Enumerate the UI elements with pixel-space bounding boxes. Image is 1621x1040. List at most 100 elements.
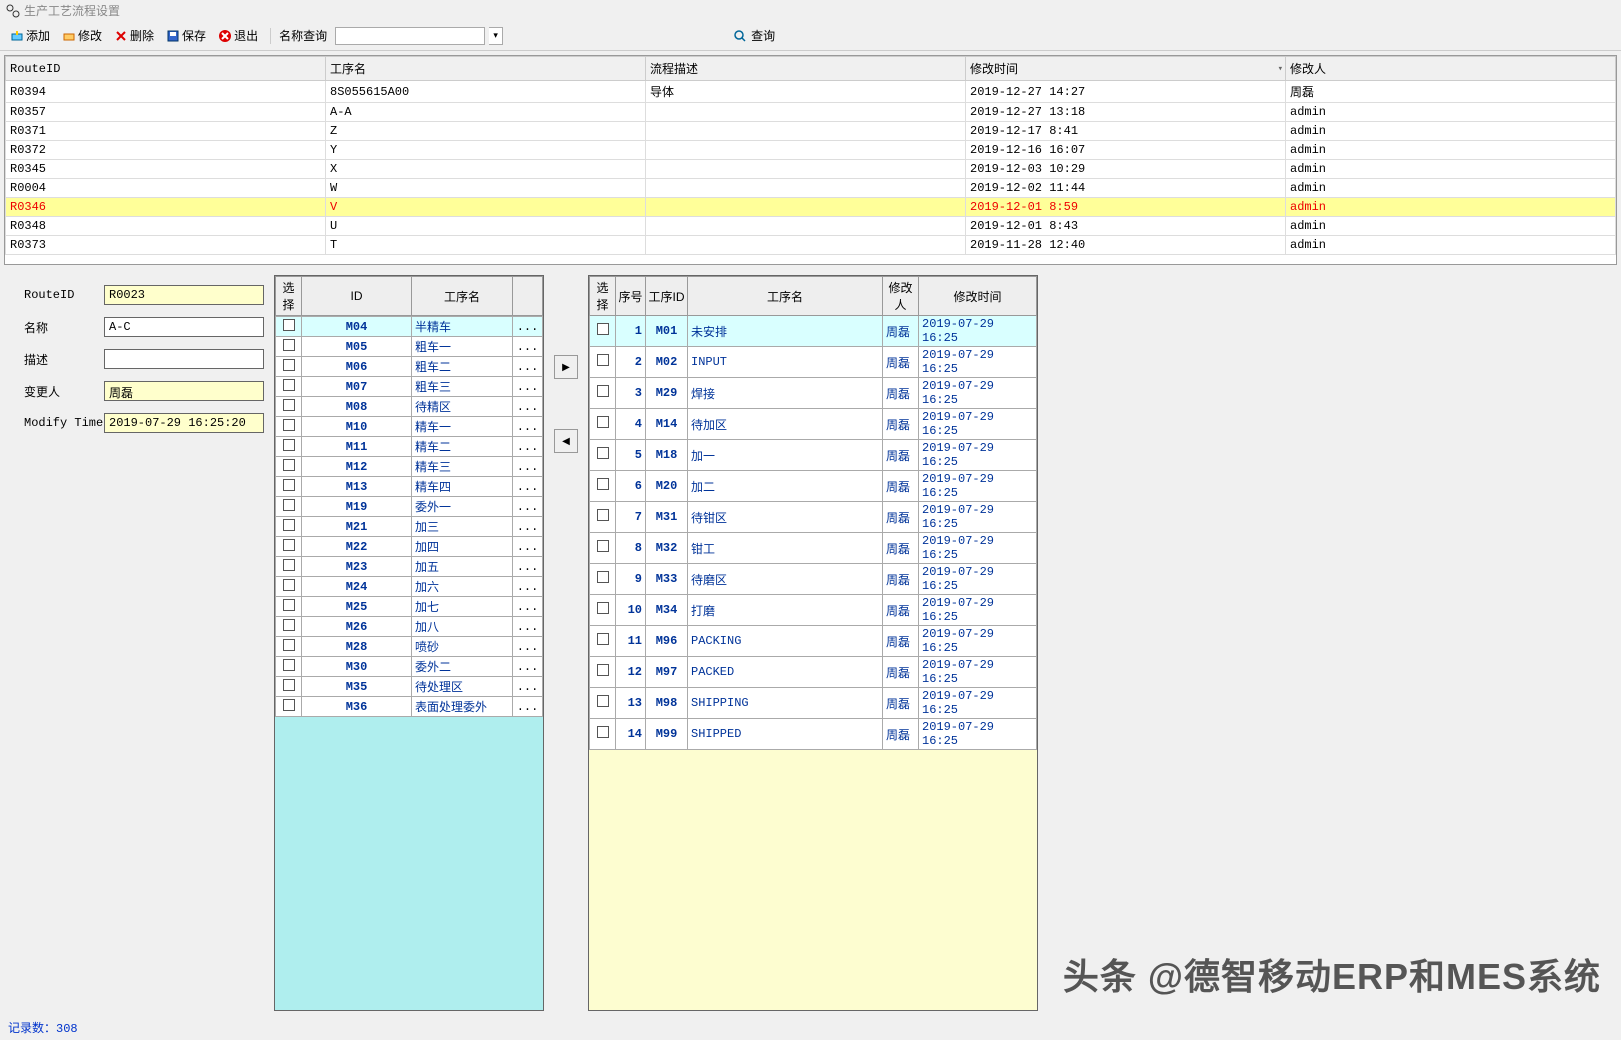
table-row[interactable]: R0372Y2019-12-16 16:07admin xyxy=(6,141,1616,160)
column-header[interactable]: 序号 xyxy=(616,277,646,316)
more-button[interactable]: ... xyxy=(513,477,543,497)
column-header[interactable]: RouteID xyxy=(6,57,326,81)
column-header[interactable]: 工序名 xyxy=(688,277,883,316)
checkbox[interactable] xyxy=(590,440,616,471)
list-item[interactable]: M25加七... xyxy=(276,597,543,617)
table-row[interactable]: R0357A-A2019-12-27 13:18admin xyxy=(6,103,1616,122)
checkbox[interactable] xyxy=(276,477,302,497)
query-button[interactable]: 查询 xyxy=(727,25,781,46)
list-item[interactable]: M22加四... xyxy=(276,537,543,557)
list-item[interactable]: M36表面处理委外... xyxy=(276,697,543,717)
assigned-processes-grid[interactable]: 选择序号工序ID工序名修改人修改时间1M01未安排周磊2019-07-29 16… xyxy=(588,275,1038,1011)
list-item[interactable]: M08待精区... xyxy=(276,397,543,417)
list-item[interactable]: M23加五... xyxy=(276,557,543,577)
checkbox[interactable] xyxy=(590,378,616,409)
list-item[interactable]: M11精车二... xyxy=(276,437,543,457)
list-item[interactable]: 8M32钳工周磊2019-07-29 16:25 xyxy=(590,533,1037,564)
more-button[interactable]: ... xyxy=(513,597,543,617)
edit-button[interactable]: 修改 xyxy=(58,25,106,46)
user-field[interactable]: 周磊 xyxy=(104,381,264,401)
list-item[interactable]: M10精车一... xyxy=(276,417,543,437)
list-item[interactable]: 14M99SHIPPED周磊2019-07-29 16:25 xyxy=(590,719,1037,750)
checkbox[interactable] xyxy=(276,697,302,717)
routeid-field[interactable]: R0023 xyxy=(104,285,264,305)
move-left-button[interactable]: ◀ xyxy=(554,429,578,453)
list-item[interactable]: 10M34打磨周磊2019-07-29 16:25 xyxy=(590,595,1037,626)
checkbox[interactable] xyxy=(276,457,302,477)
more-button[interactable]: ... xyxy=(513,637,543,657)
checkbox[interactable] xyxy=(276,537,302,557)
name-field[interactable]: A-C xyxy=(104,317,264,337)
checkbox[interactable] xyxy=(590,347,616,378)
list-item[interactable]: M12精车三... xyxy=(276,457,543,477)
add-button[interactable]: 添加 xyxy=(6,25,54,46)
list-item[interactable]: 3M29焊接周磊2019-07-29 16:25 xyxy=(590,378,1037,409)
checkbox[interactable] xyxy=(276,637,302,657)
checkbox[interactable] xyxy=(276,437,302,457)
table-row[interactable]: R0373T2019-11-28 12:40admin xyxy=(6,236,1616,255)
table-row[interactable]: R0004W2019-12-02 11:44admin xyxy=(6,179,1616,198)
list-item[interactable]: M24加六... xyxy=(276,577,543,597)
time-field[interactable]: 2019-07-29 16:25:20 xyxy=(104,413,264,433)
column-header[interactable]: 选择 xyxy=(590,277,616,316)
route-grid[interactable]: RouteID工序名流程描述修改时间▾修改人 R03948S055615A00导… xyxy=(4,55,1617,265)
list-item[interactable]: 11M96PACKING周磊2019-07-29 16:25 xyxy=(590,626,1037,657)
list-item[interactable]: 6M20加二周磊2019-07-29 16:25 xyxy=(590,471,1037,502)
list-item[interactable]: M28喷砂... xyxy=(276,637,543,657)
checkbox[interactable] xyxy=(590,626,616,657)
column-header[interactable]: 工序ID xyxy=(646,277,688,316)
checkbox[interactable] xyxy=(590,471,616,502)
delete-button[interactable]: 删除 xyxy=(110,25,158,46)
list-item[interactable]: M05粗车一... xyxy=(276,337,543,357)
list-item[interactable]: M21加三... xyxy=(276,517,543,537)
checkbox[interactable] xyxy=(276,377,302,397)
more-button[interactable]: ... xyxy=(513,677,543,697)
list-item[interactable]: M07粗车三... xyxy=(276,377,543,397)
column-header[interactable]: 选择 xyxy=(276,277,302,316)
list-item[interactable]: M30委外二... xyxy=(276,657,543,677)
list-item[interactable]: M13精车四... xyxy=(276,477,543,497)
checkbox[interactable] xyxy=(276,677,302,697)
checkbox[interactable] xyxy=(590,657,616,688)
table-row[interactable]: R0371Z2019-12-17 8:41admin xyxy=(6,122,1616,141)
more-button[interactable]: ... xyxy=(513,437,543,457)
checkbox[interactable] xyxy=(590,409,616,440)
checkbox[interactable] xyxy=(590,688,616,719)
more-button[interactable]: ... xyxy=(513,377,543,397)
name-search-input[interactable] xyxy=(335,27,485,45)
more-button[interactable]: ... xyxy=(513,697,543,717)
more-button[interactable]: ... xyxy=(513,457,543,477)
list-item[interactable]: M35待处理区... xyxy=(276,677,543,697)
more-button[interactable]: ... xyxy=(513,517,543,537)
checkbox[interactable] xyxy=(276,617,302,637)
column-header[interactable]: 修改人 xyxy=(1286,57,1616,81)
checkbox[interactable] xyxy=(590,533,616,564)
more-button[interactable]: ... xyxy=(513,577,543,597)
list-item[interactable]: M06粗车二... xyxy=(276,357,543,377)
column-header[interactable]: 修改时间▾ xyxy=(966,57,1286,81)
table-row[interactable]: R0346V2019-12-01 8:59admin xyxy=(6,198,1616,217)
checkbox[interactable] xyxy=(276,337,302,357)
checkbox[interactable] xyxy=(276,657,302,677)
column-header[interactable]: 工序名 xyxy=(326,57,646,81)
checkbox[interactable] xyxy=(276,417,302,437)
more-button[interactable]: ... xyxy=(513,537,543,557)
list-item[interactable]: 2M02INPUT周磊2019-07-29 16:25 xyxy=(590,347,1037,378)
save-button[interactable]: 保存 xyxy=(162,25,210,46)
checkbox[interactable] xyxy=(276,557,302,577)
checkbox[interactable] xyxy=(590,502,616,533)
list-item[interactable]: M04半精车... xyxy=(276,317,543,337)
list-item[interactable]: 7M31待钳区周磊2019-07-29 16:25 xyxy=(590,502,1037,533)
more-button[interactable]: ... xyxy=(513,317,543,337)
checkbox[interactable] xyxy=(590,316,616,347)
exit-button[interactable]: 退出 xyxy=(214,25,262,46)
checkbox[interactable] xyxy=(276,357,302,377)
list-item[interactable]: 13M98SHIPPING周磊2019-07-29 16:25 xyxy=(590,688,1037,719)
list-item[interactable]: M19委外一... xyxy=(276,497,543,517)
more-button[interactable]: ... xyxy=(513,557,543,577)
checkbox[interactable] xyxy=(590,719,616,750)
desc-field[interactable] xyxy=(104,349,264,369)
checkbox[interactable] xyxy=(590,564,616,595)
checkbox[interactable] xyxy=(276,517,302,537)
list-item[interactable]: 12M97PACKED周磊2019-07-29 16:25 xyxy=(590,657,1037,688)
